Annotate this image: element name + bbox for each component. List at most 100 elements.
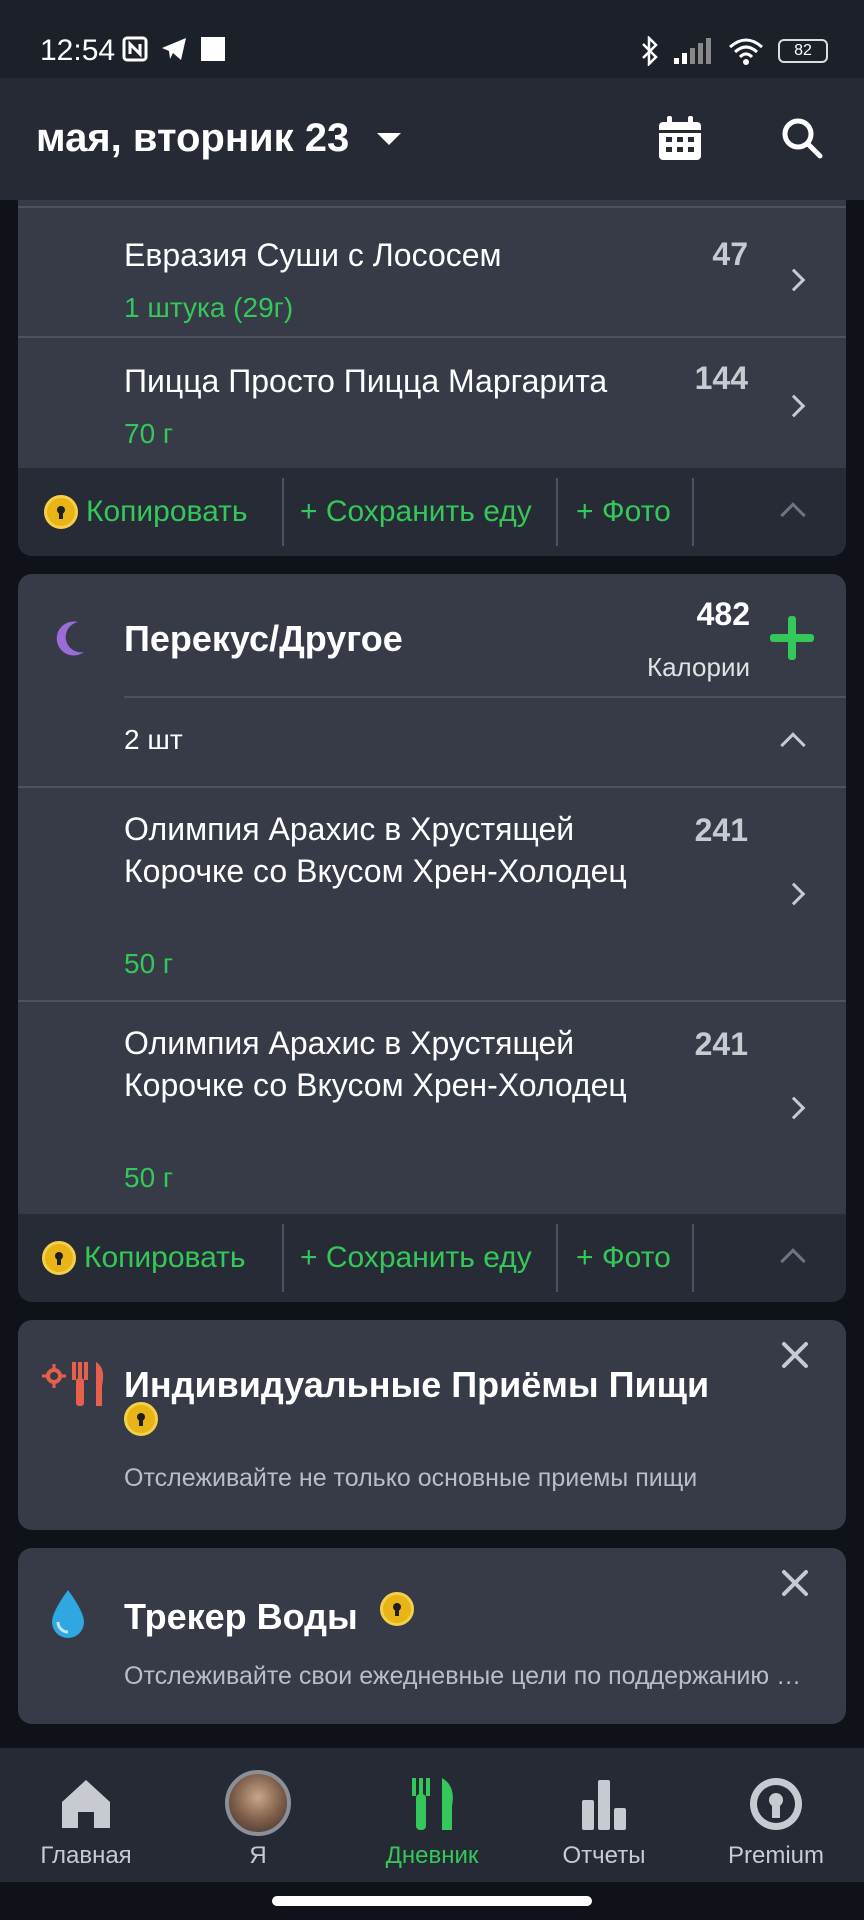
calendar-icon[interactable] (656, 114, 704, 162)
promo-title: Трекер Воды (124, 1596, 358, 1637)
food-item-row[interactable]: Евразия Суши с Лососем 1 штука (29г) 47 (18, 206, 846, 336)
food-item-quantity: 1 штука (29г) (124, 292, 294, 323)
food-item-row[interactable]: Олимпия Арахис в Хрустящей Корочке со Вк… (18, 786, 846, 1000)
meal-calories: 482 (696, 596, 750, 632)
water-drop-icon (52, 1590, 84, 1638)
caret-down-icon (377, 132, 402, 145)
divider (282, 478, 284, 546)
home-icon (62, 1780, 110, 1828)
save-food-label: + Сохранить еду (300, 495, 532, 528)
divider (556, 478, 558, 546)
divider (692, 1224, 694, 1292)
meal-action-bar: Копировать + Сохранить еду + Фото (18, 1214, 846, 1302)
add-food-button[interactable] (768, 614, 816, 662)
food-item-quantity: 50 г (124, 1162, 174, 1193)
close-icon[interactable] (780, 1568, 810, 1598)
food-item-quantity: 50 г (124, 948, 174, 979)
premium-badge-icon (750, 1778, 802, 1830)
photo-button[interactable]: + Фото (576, 1214, 671, 1302)
previous-meal-card: Евразия Суши с Лососем 1 штука (29г) 47 … (18, 200, 846, 556)
meal-action-bar: Копировать + Сохранить еду + Фото (18, 468, 846, 556)
chevron-right-icon (782, 268, 806, 292)
nav-diary[interactable]: Дневник (346, 1748, 518, 1882)
bar-chart-icon (582, 1780, 626, 1830)
photo-label: + Фото (576, 495, 671, 528)
food-item-calories: 47 (712, 236, 748, 272)
copy-label: Копировать (86, 495, 248, 528)
divider (692, 478, 694, 546)
close-icon[interactable] (780, 1340, 810, 1370)
food-item-name: Олимпия Арахис в Хрустящей Корочке со Вк… (124, 811, 627, 889)
chevron-right-icon (782, 394, 806, 418)
signal-icon (674, 38, 711, 64)
nav-label: Отчеты (562, 1842, 646, 1869)
battery-level: 82 (794, 42, 812, 59)
food-item-name: Пицца Просто Пицца Маргарита (124, 363, 608, 399)
avatar (225, 1770, 291, 1836)
promo-subtitle: Отслеживайте свои ежедневные цели по под… (124, 1662, 814, 1690)
app-header: мая, вторник 23 (0, 78, 864, 200)
item-count: 2 шт (124, 724, 183, 755)
home-indicator[interactable] (272, 1896, 592, 1906)
food-item-row[interactable]: Олимпия Арахис в Хрустящей Корочке со Вк… (18, 1000, 846, 1214)
nav-profile[interactable]: Я (172, 1748, 344, 1882)
premium-coin-icon (124, 1402, 158, 1436)
food-item-quantity: 70 г (124, 418, 174, 449)
bottom-navigation: Главная Я Дневник Отчеты Premium (0, 1748, 864, 1882)
wifi-icon (729, 38, 763, 65)
snack-meal-card: Перекус/Другое 482 Калории 2 шт Олимпия … (18, 574, 846, 1302)
custom-meal-icon (42, 1362, 104, 1406)
food-item-row[interactable]: Пицца Просто Пицца Маргарита 70 г 144 (18, 336, 846, 468)
save-food-button[interactable]: + Сохранить еду (300, 468, 532, 556)
copy-label: Копировать (84, 1241, 246, 1274)
nfc-icon (122, 36, 148, 62)
custom-meals-promo-card[interactable]: Индивидуальные Приёмы Пищи Отслеживайте … (18, 1320, 846, 1530)
fork-knife-icon (412, 1778, 453, 1830)
moon-icon (56, 621, 84, 656)
water-tracker-promo-card[interactable]: Трекер Воды Отслеживайте свои ежедневные… (18, 1548, 846, 1724)
status-bar: 12:54 82 (0, 0, 864, 78)
promo-title: Индивидуальные Приёмы Пищи (124, 1364, 710, 1405)
square-notification-icon (201, 37, 225, 61)
notification-icons (122, 36, 226, 62)
food-item-name: Евразия Суши с Лососем (124, 237, 502, 273)
nav-label: Главная (40, 1842, 132, 1869)
food-item-name: Олимпия Арахис в Хрустящей Корочке со Вк… (124, 1025, 627, 1103)
collapse-chevron-icon[interactable] (780, 1248, 806, 1274)
photo-label: + Фото (576, 1241, 671, 1274)
promo-subtitle: Отслеживайте не только основные приемы п… (124, 1464, 698, 1492)
copy-button[interactable]: Копировать (42, 1214, 246, 1302)
photo-button[interactable]: + Фото (576, 468, 671, 556)
save-food-label: + Сохранить еду (300, 1241, 532, 1274)
telegram-icon (162, 38, 186, 60)
nav-label: Premium (727, 1842, 824, 1869)
meal-title: Перекус/Другое (124, 618, 403, 659)
premium-coin-icon (42, 1241, 76, 1275)
nav-label: Дневник (385, 1842, 479, 1869)
search-icon[interactable] (780, 116, 824, 160)
chevron-right-icon (782, 1096, 806, 1120)
date-label: мая, вторник 23 (36, 116, 350, 160)
item-count-row[interactable]: 2 шт (18, 698, 846, 786)
date-selector[interactable]: мая, вторник 23 (36, 116, 402, 161)
status-time: 12:54 (40, 34, 116, 67)
premium-coin-icon (44, 495, 78, 529)
bluetooth-icon (642, 36, 658, 66)
nav-label: Я (249, 1842, 267, 1869)
nav-premium[interactable]: Premium (690, 1748, 862, 1882)
divider (556, 1224, 558, 1292)
food-item-calories: 144 (694, 360, 748, 396)
chevron-right-icon (782, 882, 806, 906)
food-item-calories: 241 (694, 1026, 748, 1062)
collapse-chevron-icon[interactable] (780, 502, 806, 528)
save-food-button[interactable]: + Сохранить еду (300, 1214, 532, 1302)
collapse-chevron-icon (780, 732, 806, 758)
food-item-calories: 241 (694, 812, 748, 848)
divider (282, 1224, 284, 1292)
meal-calories-label: Калории (646, 652, 750, 682)
premium-coin-icon (380, 1592, 414, 1626)
battery-icon: 82 (778, 39, 828, 63)
nav-home[interactable]: Главная (0, 1748, 172, 1882)
nav-reports[interactable]: Отчеты (518, 1748, 690, 1882)
copy-button[interactable]: Копировать (44, 468, 248, 556)
